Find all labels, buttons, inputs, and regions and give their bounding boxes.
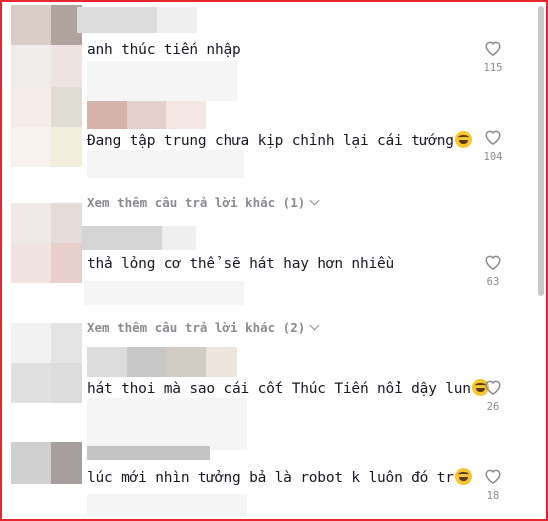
like-count: 115 [483, 62, 503, 74]
comment-text: Đang tập trung chưa kịp chỉnh lại cái tư… [87, 131, 472, 149]
comment-text: lúc mới nhìn tưởng bả là robot k luôn đó… [87, 468, 472, 486]
like-button[interactable]: 104 [478, 129, 508, 163]
grinning-sweat-emoji-icon [454, 131, 472, 148]
grinning-sweat-emoji-icon [454, 468, 472, 485]
like-button[interactable]: 18 [478, 468, 508, 502]
heart-icon [485, 130, 501, 145]
like-button[interactable]: 26 [478, 379, 508, 413]
heart-icon [485, 255, 501, 270]
heart-icon [485, 380, 501, 395]
like-count: 104 [483, 151, 503, 163]
heart-icon [485, 469, 501, 484]
comment-text: thả lỏng cơ thể sẽ hát hay hơn nhiều [87, 256, 395, 272]
like-button[interactable]: 63 [478, 254, 508, 288]
chevron-down-icon [309, 195, 320, 206]
view-more-replies-button[interactable]: Xem thêm câu trả lời khác (1) [87, 195, 320, 210]
scrollbar[interactable] [538, 6, 544, 296]
like-count: 26 [486, 401, 500, 413]
heart-icon [485, 41, 501, 56]
chevron-down-icon [309, 320, 320, 331]
like-count: 18 [486, 490, 500, 502]
view-more-replies-button[interactable]: Xem thêm câu trả lời khác (2) [87, 320, 320, 335]
comment-text: hát thoi mà sao cái cốt Thúc Tiến nổi dậ… [87, 379, 489, 397]
like-count: 63 [486, 276, 500, 288]
comment-text: anh thúc tiến nhập [87, 42, 241, 58]
like-button[interactable]: 115 [478, 40, 508, 74]
